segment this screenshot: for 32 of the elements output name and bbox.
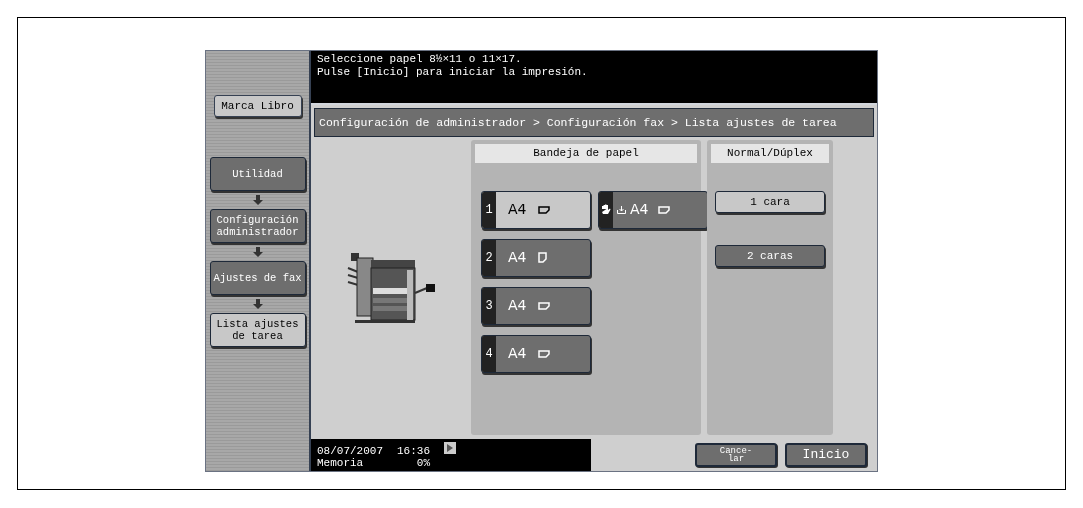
tray-button[interactable]: 4 A4	[481, 334, 591, 373]
tray-button[interactable]: 2 A4	[481, 238, 591, 277]
nav-button[interactable]: Ajustes de fax	[209, 261, 306, 295]
nav-button[interactable]: Utilidad	[209, 157, 306, 191]
message-text: Pulse [Inicio] para iniciar la impresión.	[317, 66, 589, 79]
nav-button[interactable]: Configuración administrador	[209, 209, 306, 243]
nav-button[interactable]: Lista ajustes de tarea	[209, 313, 306, 347]
panel-title: Bandeja de papel	[475, 144, 697, 163]
start-button[interactable]: Inicio	[785, 443, 867, 467]
tray-button[interactable]: A4	[598, 190, 708, 229]
landscape-paper-icon	[538, 301, 551, 310]
landscape-paper-icon	[658, 205, 671, 214]
duplex-option-button[interactable]: 2 caras	[715, 244, 825, 267]
tray-button[interactable]: 1 A4	[481, 190, 591, 229]
panel-title: Normal/Dúplex	[711, 144, 829, 163]
date-text: 08/07/2007	[317, 445, 383, 457]
down-arrow-icon	[252, 195, 263, 205]
portrait-paper-icon	[538, 252, 548, 264]
down-arrow-icon	[252, 247, 263, 257]
landscape-paper-icon	[538, 205, 551, 214]
landscape-paper-icon	[538, 349, 551, 358]
time-text: 16:36	[397, 445, 431, 457]
bookmark-button[interactable]: Marca Libro	[213, 95, 302, 117]
tray-insert-icon	[617, 205, 626, 215]
cancel-button[interactable]: Cance- lar	[695, 443, 777, 467]
breadcrumb: Configuración de administrador > Configuración fax > Lista ajustes de tarea	[314, 108, 874, 138]
duplex-option-button[interactable]: 1 cara	[715, 190, 825, 213]
down-arrow-icon	[252, 299, 263, 309]
tray-button[interactable]: 3 A4	[481, 286, 591, 325]
memory-label: Memoria	[317, 457, 365, 469]
message-text: Seleccione papel 8½×11 o 11×17.	[317, 53, 523, 66]
memory-value: 0%	[416, 457, 431, 469]
